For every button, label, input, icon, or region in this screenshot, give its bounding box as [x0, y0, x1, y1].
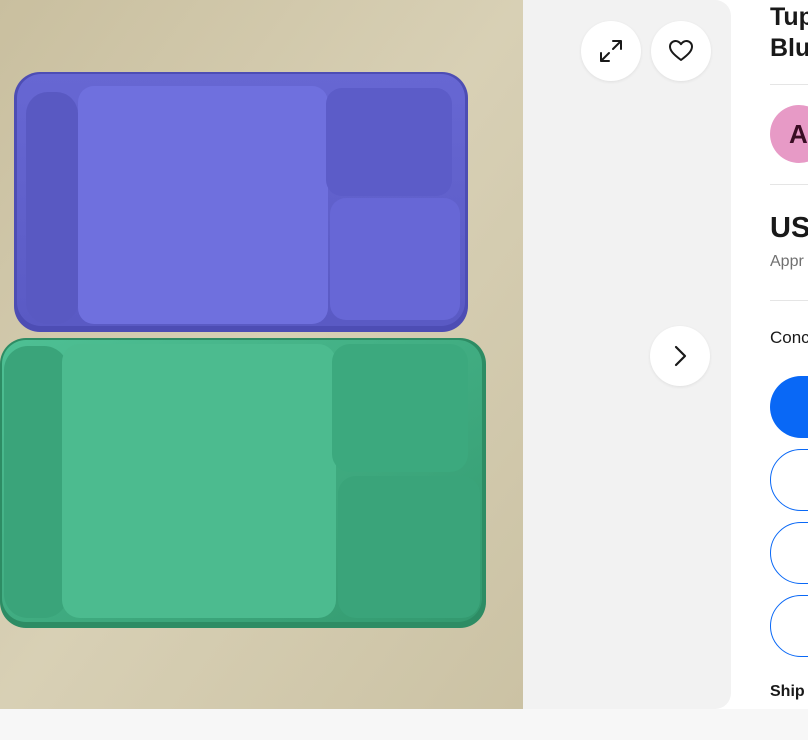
- add-to-cart-button[interactable]: [770, 449, 808, 511]
- divider: [770, 84, 808, 85]
- divider: [770, 300, 808, 301]
- listing-panel: Tup Blu A US Appr Conc Ship: [731, 0, 808, 709]
- seller-avatar[interactable]: A: [770, 105, 808, 163]
- listing-title-line2: Blu: [770, 34, 808, 62]
- shipping-label: Ship: [770, 683, 805, 700]
- listing-title-line1: Tup: [770, 3, 808, 31]
- page-footer-band: [0, 709, 808, 740]
- buy-it-now-button[interactable]: [770, 376, 808, 438]
- image-gallery: [0, 0, 731, 709]
- divider: [770, 184, 808, 185]
- seller-initial: A: [789, 118, 808, 149]
- expand-arrows-icon: [600, 40, 622, 62]
- product-photo[interactable]: [0, 0, 523, 709]
- add-to-watchlist-button[interactable]: [770, 595, 808, 657]
- watchlist-button[interactable]: [651, 21, 711, 81]
- expand-button[interactable]: [581, 21, 641, 81]
- chevron-right-icon: [674, 345, 687, 367]
- make-offer-button[interactable]: [770, 522, 808, 584]
- price: US: [770, 212, 808, 244]
- approx-price-label: Appr: [770, 253, 804, 270]
- condition-label: Conc: [770, 328, 808, 347]
- listing-title: Tup Blu: [770, 2, 808, 64]
- next-image-button[interactable]: [650, 326, 710, 386]
- heart-outline-icon: [669, 40, 693, 61]
